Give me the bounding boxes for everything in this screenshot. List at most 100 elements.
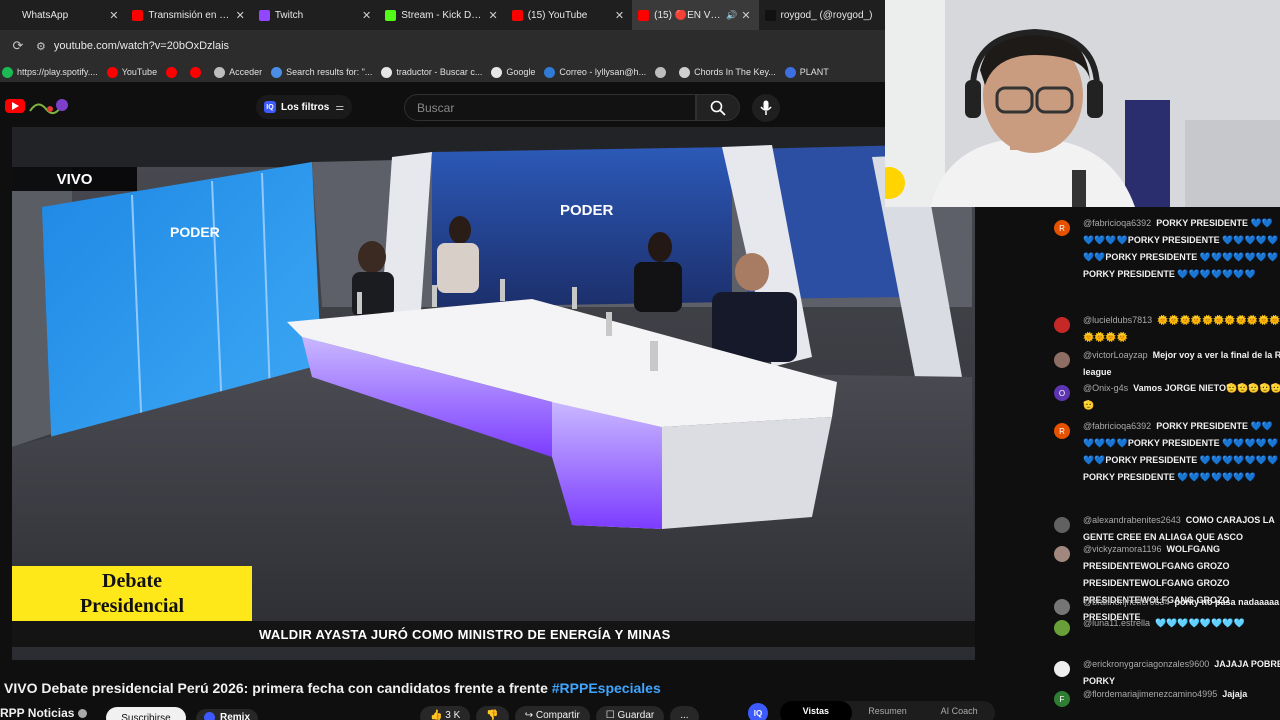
chat-author[interactable]: @braithonjheffer6634	[1083, 597, 1170, 607]
bookmark-favicon-icon	[2, 66, 13, 78]
lower-third-line1: Debate	[102, 570, 162, 592]
chat-author[interactable]: @fabricioqa6392	[1083, 218, 1151, 228]
chat-avatar[interactable]: R	[1054, 220, 1070, 236]
chat-avatar[interactable]	[1054, 620, 1070, 636]
more-button[interactable]: ...	[670, 706, 699, 720]
bookmarks-bar: https://play.spotify.... YouTube Acceder Se…	[0, 62, 885, 82]
channel-name[interactable]: RPP Noticias	[0, 706, 88, 720]
bookmark-item[interactable]	[166, 66, 181, 78]
site-settings-icon[interactable]: ⚙	[36, 40, 46, 53]
segment-vistas[interactable]: Vistas	[780, 701, 852, 720]
browser-tab[interactable]: (15) YouTube ✕	[506, 0, 632, 30]
chat-author[interactable]: @alexandrabenites2643	[1083, 515, 1181, 525]
bookmark-label: traductor - Buscar c...	[396, 67, 483, 77]
speaker-icon[interactable]: 🔊	[726, 10, 737, 21]
chat-avatar[interactable]	[1054, 352, 1070, 368]
search-input[interactable]: Buscar	[404, 94, 696, 121]
bookmark-item[interactable]	[190, 66, 205, 78]
youtube-doodle-icon[interactable]	[28, 97, 72, 115]
chat-author[interactable]: @fabricioqa6392	[1083, 421, 1151, 431]
bookmark-item[interactable]	[655, 66, 670, 78]
chat-message: R @fabricioqa6392 PORKY PRESIDENTE 💙💙💙💙💙💙P…	[1038, 215, 1280, 283]
bookmark-item[interactable]: YouTube	[106, 66, 158, 78]
bookmark-item[interactable]: traductor - Buscar c...	[381, 66, 483, 78]
chat-message: @vickyzamora1196 WOLFGANG PRESIDENTEWOLFG…	[1038, 541, 1280, 626]
webcam-overlay	[885, 0, 1280, 207]
bookmark-label: YouTube	[121, 67, 158, 77]
bookmark-item[interactable]: Correo - lyllysan@h...	[544, 66, 646, 78]
chat-author[interactable]: @lucieldubs7813	[1083, 315, 1152, 325]
close-tab-icon[interactable]: ✕	[236, 9, 245, 22]
segment-resumen[interactable]: Resumen	[852, 701, 924, 720]
dislike-button[interactable]: 👎	[476, 706, 509, 720]
live-badge: VIVO	[12, 167, 137, 191]
sliders-icon: ⚌	[335, 101, 345, 113]
remix-button[interactable]: Remix	[196, 709, 259, 720]
reload-icon[interactable]: ⟳	[0, 38, 36, 54]
bookmark-item[interactable]: Acceder	[214, 66, 262, 78]
share-button[interactable]: ↪ Compartir	[514, 706, 590, 720]
video-title: VIVO Debate presidencial Perú 2026: prim…	[4, 680, 661, 696]
chat-author[interactable]: @vickyzamora1196	[1083, 544, 1162, 554]
tab-title: Stream - Kick Dashbo	[401, 9, 484, 21]
chat-avatar[interactable]: R	[1054, 423, 1070, 439]
chat-avatar[interactable]: O	[1054, 385, 1070, 401]
share-label: Compartir	[535, 709, 580, 720]
chat-avatar[interactable]	[1054, 546, 1070, 562]
close-tab-icon[interactable]: ✕	[362, 9, 371, 22]
save-label: Guardar	[617, 709, 655, 720]
save-button[interactable]: ☐ Guardar	[595, 706, 665, 720]
url-text[interactable]: youtube.com/watch?v=20bOxDzlais	[54, 40, 229, 52]
close-tab-icon[interactable]: ✕	[488, 9, 497, 22]
tab-title: (15) 🔴EN VIVO |	[654, 9, 723, 21]
browser-tab[interactable]: WhatsApp ✕	[0, 0, 126, 30]
chat-avatar[interactable]	[1054, 599, 1070, 615]
youtube-logo-icon[interactable]	[5, 99, 25, 113]
browser-tab[interactable]: Twitch ✕	[253, 0, 379, 30]
bookmark-item[interactable]: PLANT	[784, 66, 829, 78]
iq-badge[interactable]: IQ	[748, 703, 768, 720]
bookmark-item[interactable]: Search results for: "...	[271, 66, 372, 78]
video-player[interactable]: PODER PODER VIVO Debate Presidencial WAL…	[12, 127, 975, 660]
browser-tab[interactable]: Transmisión en vivo ✕	[126, 0, 252, 30]
tab-favicon-icon	[385, 9, 397, 21]
segment-ai-coach[interactable]: AI Coach	[923, 701, 995, 720]
chat-message: @lucieldubs7813 🌞🌞🌞🌞🌞🌞🌞🌞🌞🌞🌞🌞🌞🌞🌞	[1038, 312, 1280, 346]
bookmark-item[interactable]: Chords In The Key...	[679, 66, 776, 78]
chat-message-body: @victorLoayzap Mejor voy a ver la final d…	[1083, 347, 1280, 381]
filters-chip[interactable]: IQ Los filtros ⚌	[256, 95, 353, 119]
svg-text:PODER: PODER	[170, 224, 220, 240]
bookmark-favicon-icon	[106, 66, 118, 78]
chat-message-body: @erickronygarciagonzales9600 JAJAJA POBRE…	[1083, 656, 1280, 690]
chat-avatar[interactable]: F	[1054, 691, 1070, 707]
tab-title: roygod_ (@roygod_)	[780, 9, 873, 21]
search-button[interactable]	[696, 94, 740, 121]
bookmark-item[interactable]: https://play.spotify....	[2, 66, 98, 78]
voice-search-button[interactable]	[752, 94, 780, 122]
chat-author[interactable]: @erickronygarciagonzales9600	[1083, 659, 1209, 669]
bookmark-label: https://play.spotify....	[17, 67, 98, 77]
chat-avatar[interactable]	[1054, 317, 1070, 333]
browser-tab[interactable]: Stream - Kick Dashbo ✕	[379, 0, 505, 30]
chat-author[interactable]: @Onix-g4s	[1083, 383, 1128, 393]
browser-tab[interactable]: roygod_ (@roygod_)	[759, 0, 885, 30]
bookmark-favicon-icon	[679, 66, 691, 78]
channel-name-text[interactable]: RPP Noticias	[0, 706, 74, 720]
close-tab-icon[interactable]: ✕	[741, 9, 750, 22]
chat-author[interactable]: @flordemariajimenezcamino4995	[1083, 689, 1217, 699]
chat-message: @erickronygarciagonzales9600 JAJAJA POBRE…	[1038, 656, 1280, 690]
video-hashtag[interactable]: #RPPEspeciales	[552, 680, 661, 696]
chat-avatar[interactable]	[1054, 661, 1070, 677]
close-tab-icon[interactable]: ✕	[109, 9, 118, 22]
bookmark-label: Chords In The Key...	[694, 67, 776, 77]
chat-author[interactable]: @luna11.estrella	[1083, 618, 1150, 628]
svg-text:PODER: PODER	[560, 202, 614, 219]
subscribe-button[interactable]: Suscribirse	[106, 707, 186, 720]
bookmark-item[interactable]: Google	[491, 66, 535, 78]
chat-author[interactable]: @victorLoayzap	[1083, 350, 1148, 360]
like-button[interactable]: 👍 3 K	[420, 706, 471, 720]
chat-text: Jajaja	[1222, 689, 1248, 699]
chat-avatar[interactable]	[1054, 517, 1070, 533]
close-tab-icon[interactable]: ✕	[615, 9, 624, 22]
browser-tab[interactable]: (15) 🔴EN VIVO |🔊 ✕	[632, 0, 759, 30]
